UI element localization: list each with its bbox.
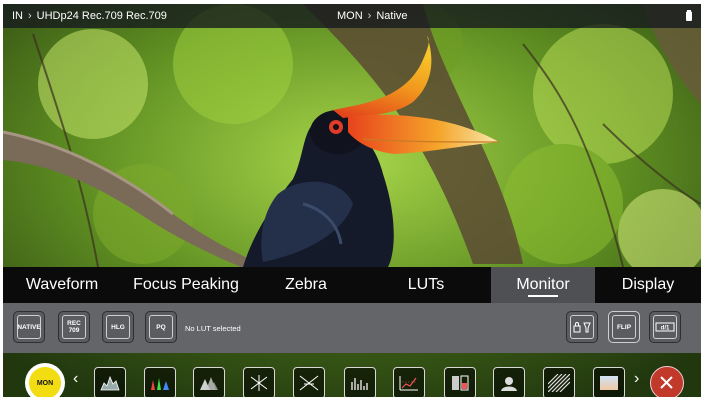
native-button-label: NATIVE	[17, 315, 41, 339]
zebra-pattern-icon[interactable]	[543, 367, 575, 397]
pq-button[interactable]: PQ	[145, 311, 177, 343]
monitor-mode: Native	[376, 10, 408, 22]
native-button[interactable]: NATIVE	[13, 311, 45, 343]
blend-gradient-icon[interactable]	[593, 367, 625, 397]
luma-waveform-icon[interactable]	[94, 367, 126, 397]
chevron-right-icon[interactable]: ›	[634, 370, 639, 388]
chevron-right-icon: ›	[367, 10, 372, 22]
vectorscope-icon[interactable]	[243, 367, 275, 397]
status-bar: IN › UHDp24 Rec.709 Rec.709 MON › Native	[3, 4, 701, 28]
hlg-button[interactable]: HLG	[102, 311, 134, 343]
lock-icon	[570, 315, 594, 339]
aspect-ratio-icon: d/1	[653, 315, 677, 339]
tab-monitor[interactable]: Monitor	[491, 267, 595, 303]
tab-focus-peaking[interactable]: Focus Peaking	[121, 267, 251, 303]
skin-tone-icon[interactable]	[493, 367, 525, 397]
rgb-overlay-icon[interactable]	[193, 367, 225, 397]
monitor-options-panel: NATIVE REC 709 HLG PQ No LUT selected FL…	[3, 303, 701, 353]
vectorscope-zoom-icon[interactable]	[293, 367, 325, 397]
tool-tab-bar: Waveform Focus Peaking Zebra LUTs Monito…	[3, 267, 701, 303]
tab-waveform[interactable]: Waveform	[3, 267, 121, 303]
rgb-parade-icon[interactable]	[144, 367, 176, 397]
split-compare-icon[interactable]	[444, 367, 476, 397]
mon-mode-button[interactable]: MON	[25, 363, 65, 397]
tab-zebra[interactable]: Zebra	[251, 267, 361, 303]
input-format: UHDp24 Rec.709 Rec.709	[36, 10, 167, 22]
monitor-screen: IN › UHDp24 Rec.709 Rec.709 MON › Native Wav…	[3, 4, 701, 397]
hlg-button-label: HLG	[106, 315, 130, 339]
rec709-button[interactable]: REC 709	[58, 311, 90, 343]
flip-button[interactable]: FLIP	[608, 311, 640, 343]
flip-button-label: FLIP	[612, 315, 636, 339]
pq-button-label: PQ	[149, 315, 173, 339]
input-signal-status: IN › UHDp24 Rec.709 Rec.709	[12, 10, 167, 22]
active-tab-underline	[528, 295, 558, 297]
tab-display[interactable]: Display	[595, 267, 701, 303]
chevron-right-icon: ›	[28, 10, 32, 22]
mon-mode-label: MON	[29, 367, 61, 397]
histogram-icon[interactable]	[344, 367, 376, 397]
chevron-left-icon[interactable]: ‹	[73, 370, 78, 388]
battery-icon	[686, 10, 692, 21]
close-icon	[660, 376, 673, 389]
svg-text:d/1: d/1	[661, 326, 670, 332]
tab-monitor-label: Monitor	[516, 276, 570, 293]
monitor-mode-status: MON › Native	[337, 10, 408, 22]
bottom-toolbar: MON ‹ ›	[3, 353, 701, 397]
false-color-icon[interactable]	[393, 367, 425, 397]
input-prefix: IN	[12, 10, 23, 22]
lock-toggle-button[interactable]	[566, 311, 598, 343]
anamorphic-button[interactable]: d/1	[649, 311, 681, 343]
rec709-button-label: REC 709	[62, 315, 86, 339]
monitor-prefix: MON	[337, 10, 363, 22]
close-button[interactable]	[650, 366, 684, 397]
lut-status-text: No LUT selected	[185, 324, 241, 333]
tab-luts[interactable]: LUTs	[361, 267, 491, 303]
